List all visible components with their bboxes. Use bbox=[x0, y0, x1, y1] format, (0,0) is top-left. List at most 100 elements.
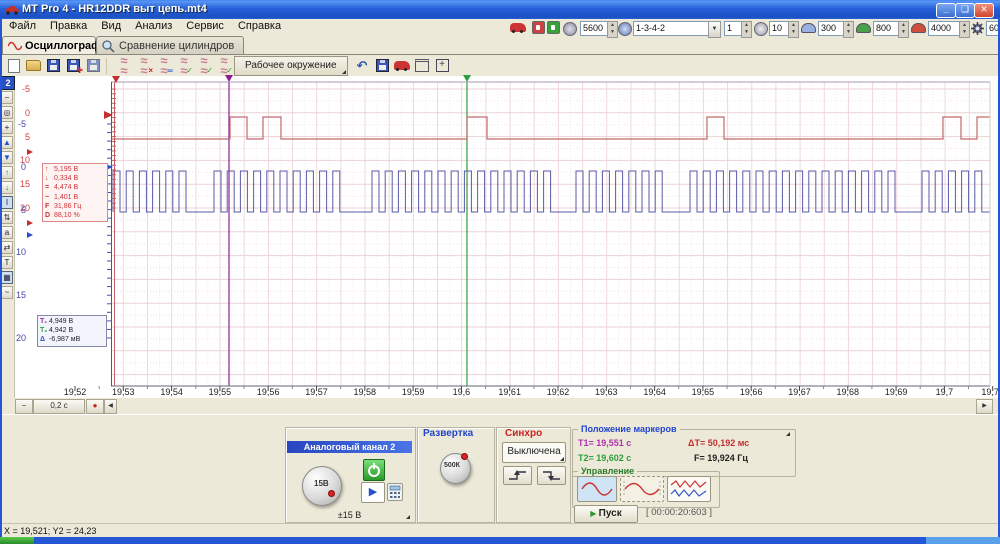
gauge-mid-spinner[interactable]: ▲▼ bbox=[898, 21, 909, 38]
channel-range-label: ±15 В bbox=[287, 510, 412, 520]
scroll-left-button[interactable]: ◀ bbox=[104, 399, 117, 414]
gauge-low-spinner[interactable]: ▲▼ bbox=[843, 21, 854, 38]
menu-file[interactable]: Файл bbox=[2, 19, 43, 33]
menu-analysis[interactable]: Анализ bbox=[128, 19, 179, 33]
channel-knob-indicator bbox=[328, 490, 335, 497]
gauge-high-field[interactable]: 4000 bbox=[928, 21, 960, 36]
sync-rising-edge-button[interactable] bbox=[503, 466, 532, 485]
measurement-row: ↑5,195 В bbox=[45, 165, 105, 174]
throttle-field[interactable]: 10 bbox=[769, 21, 789, 36]
close-button[interactable]: ✕ bbox=[974, 3, 994, 18]
menu-service[interactable]: Сервис bbox=[179, 19, 231, 33]
lock-red-icon[interactable] bbox=[532, 21, 545, 34]
save-button[interactable] bbox=[44, 57, 63, 75]
y-tick-red: 0 bbox=[2, 108, 30, 118]
throttle-spinner[interactable]: ▲▼ bbox=[788, 21, 799, 38]
firing-order-select[interactable]: 1-3-4-2 bbox=[633, 21, 711, 36]
y-tick-red: 15 bbox=[2, 179, 30, 189]
toolbar-separator bbox=[106, 58, 111, 74]
waves-apply-2-button[interactable]: ≈≈✓ bbox=[194, 57, 213, 75]
app-icon bbox=[4, 4, 20, 15]
engine-icon bbox=[563, 22, 577, 36]
rpm-field[interactable]: 5600 bbox=[580, 21, 608, 36]
y-tick-blue: -5 bbox=[2, 119, 26, 129]
gauge-low-icon bbox=[801, 23, 816, 33]
sync-falling-edge-button[interactable] bbox=[537, 466, 566, 485]
undo-button[interactable]: ↶ bbox=[353, 57, 372, 75]
cylinder-field[interactable]: 1 bbox=[724, 21, 742, 36]
lock-green-icon[interactable] bbox=[547, 21, 560, 34]
cursor-coordinates: X = 19,521; Y2 = 24,23 bbox=[4, 524, 96, 538]
waves-apply-3-button[interactable]: ≈≈✓ bbox=[214, 57, 233, 75]
channel-corner-handle[interactable] bbox=[406, 515, 410, 519]
hscale-value[interactable]: 0,2 с bbox=[33, 399, 85, 414]
car-icon[interactable] bbox=[510, 23, 526, 32]
sweep-knob-indicator bbox=[461, 453, 468, 460]
main-toolbar: ✚≈≈≈≈×≈≈∞≈≈✓≈≈✓≈≈✓ Рабочее окружение ↶+ bbox=[2, 55, 1000, 76]
markers-group-handle[interactable] bbox=[786, 432, 790, 436]
falling-edge-icon bbox=[538, 467, 565, 484]
menu-help[interactable]: Справка bbox=[231, 19, 288, 33]
y-tick-red: 5 bbox=[2, 132, 30, 142]
expand-button[interactable]: + bbox=[433, 57, 452, 75]
channel1-measurements[interactable]: ↑5,195 В↓0,334 В=4,474 В~1,401 ВF31,86 Г… bbox=[42, 163, 108, 222]
gauge-high-icon bbox=[911, 23, 926, 33]
save-as-button[interactable]: ✚ bbox=[64, 57, 83, 75]
waves-all-button[interactable]: ≈≈ bbox=[114, 57, 133, 75]
waves-apply-1-button[interactable]: ≈≈✓ bbox=[174, 57, 193, 75]
menu-edit[interactable]: Правка bbox=[43, 19, 94, 33]
view-single-button[interactable] bbox=[577, 476, 617, 502]
channel-power-button[interactable] bbox=[363, 459, 385, 481]
maximize-button[interactable]: ❏ bbox=[955, 3, 975, 18]
open-file-button[interactable] bbox=[24, 57, 43, 75]
x-tick-label: 19,53 bbox=[103, 387, 143, 397]
cylinder-spinner[interactable]: ▲▼ bbox=[741, 21, 752, 38]
x-tick-label: 19,62 bbox=[538, 387, 578, 397]
marker-dt-value: ΔT= 50,192 мс bbox=[688, 438, 749, 448]
gauge-mid-field[interactable]: 800 bbox=[873, 21, 899, 36]
save-small-button[interactable] bbox=[373, 57, 392, 75]
start-button[interactable]: ▶ Пуск bbox=[574, 505, 638, 523]
marker-measurements[interactable]: T₁4,949 ВT₂4,942 ВΔ-6,987 мВ bbox=[37, 315, 107, 347]
y-tick-red: -5 bbox=[2, 84, 30, 94]
gauge-high-spinner[interactable]: ▲▼ bbox=[959, 21, 970, 38]
x-tick-label: 19,55 bbox=[200, 387, 240, 397]
sync-mode-button[interactable]: Выключена bbox=[502, 442, 566, 463]
labels-button[interactable]: a bbox=[1, 226, 13, 239]
view-stretch-button[interactable] bbox=[620, 476, 664, 502]
x-tick-label: 19,71 bbox=[973, 387, 1000, 397]
window-title: МТ Pro 4 - HR12DDR выт цепь.mt4 bbox=[22, 0, 207, 19]
firing-order-dropdown[interactable]: ▼ bbox=[708, 21, 721, 38]
measurement-row: ↓0,334 В bbox=[45, 174, 105, 183]
workspace-button[interactable]: Рабочее окружение bbox=[234, 56, 348, 76]
channel-probe-button[interactable]: ▶ bbox=[361, 482, 385, 503]
new-file-button[interactable] bbox=[4, 57, 23, 75]
start-button-fragment[interactable] bbox=[0, 537, 34, 544]
x-tick-label: 19,61 bbox=[490, 387, 530, 397]
save-copy-button[interactable] bbox=[84, 57, 103, 75]
distributor-icon bbox=[618, 22, 632, 36]
t1t2-button[interactable]: Т bbox=[1, 256, 13, 269]
gauge-low-field[interactable]: 300 bbox=[818, 21, 844, 36]
view-multi-button[interactable] bbox=[667, 476, 711, 502]
tab-oscilloscope[interactable]: Осциллограф bbox=[2, 36, 96, 55]
waves-link-button[interactable]: ≈≈∞ bbox=[154, 57, 173, 75]
generator-button[interactable] bbox=[413, 57, 432, 75]
hscale-minus-button[interactable]: − bbox=[15, 399, 33, 414]
plot-canvas[interactable] bbox=[111, 82, 990, 386]
rpm-spinner[interactable]: ▲▼ bbox=[607, 21, 618, 38]
waves-close-button[interactable]: ≈≈× bbox=[134, 57, 153, 75]
menu-view[interactable]: Вид bbox=[94, 19, 128, 33]
record-button[interactable]: ● bbox=[86, 399, 104, 414]
title-bar: МТ Pro 4 - HR12DDR выт цепь.mt4 _ ❏ ✕ bbox=[0, 0, 1000, 19]
channel-calc-button[interactable] bbox=[387, 483, 403, 501]
graph-button[interactable]: ▦ bbox=[1, 271, 13, 284]
marker-t1-value: T1= 19,551 с bbox=[578, 438, 631, 448]
measurement-row: T₁4,949 В bbox=[40, 317, 104, 326]
car-button[interactable] bbox=[393, 57, 412, 75]
system-tray bbox=[926, 537, 1000, 544]
throttle-icon bbox=[754, 22, 768, 36]
scroll-right-button[interactable]: ▶ bbox=[976, 399, 993, 414]
minimize-button[interactable]: _ bbox=[936, 3, 956, 18]
tab-oscilloscope-label: Осциллограф bbox=[25, 37, 101, 55]
